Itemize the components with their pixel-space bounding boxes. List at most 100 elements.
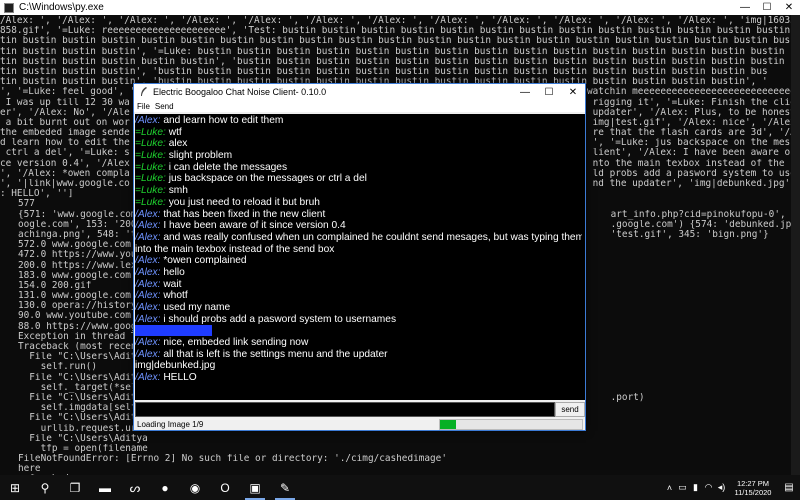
- task-view-icon[interactable]: ❐: [60, 475, 90, 500]
- message-text: whotf: [160, 290, 188, 302]
- chat-message: /Alex: hello: [135, 267, 585, 279]
- chat-message: /Alex: i should probs add a pasword syst…: [135, 314, 585, 326]
- message-text: that has been fixed in the new client: [160, 208, 326, 220]
- chat-message: /Alex: used my name: [135, 302, 585, 314]
- volume-icon[interactable]: ◂): [715, 482, 728, 493]
- message-text: you just need to reload it but bruh: [165, 196, 320, 208]
- chat-log[interactable]: /Alex: and learn how to edit them =Luke: …: [135, 114, 585, 400]
- status-text: Loading Image 1/9: [137, 419, 204, 429]
- chat-message: img|debunked.jpg: [135, 360, 585, 372]
- chat-message: into the main texbox instead of the send…: [135, 244, 585, 256]
- progress-fill: [440, 419, 456, 429]
- app-maximize-button[interactable]: ☐: [537, 87, 561, 98]
- message-author: =Luke:: [135, 138, 166, 150]
- chat-message: www.google.com: [135, 325, 585, 337]
- message-author: =Luke:: [135, 185, 166, 197]
- app-minimize-button[interactable]: —: [513, 87, 537, 98]
- search-icon[interactable]: ⚲: [30, 475, 60, 500]
- console-line: FileNotFoundError: [Errno 2] No such fil…: [18, 454, 447, 465]
- file-explorer-icon[interactable]: ▬: [90, 475, 120, 500]
- feather-icon: [141, 87, 147, 96]
- chat-message: =Luke: i can delete the messages: [135, 162, 585, 174]
- message-author: =Luke:: [135, 150, 166, 162]
- message-author: /Alex:: [135, 255, 161, 267]
- menu-send[interactable]: Send: [155, 102, 179, 111]
- chat-message: /Alex: HELLO: [135, 372, 585, 384]
- app-titlebar[interactable]: Electric Boogaloo Chat Noise Client- 0.1…: [134, 84, 585, 100]
- message-text: I have been aware of it since version 0.…: [160, 220, 346, 232]
- message-author: /Alex:: [135, 266, 161, 278]
- windows-start-icon[interactable]: ⊞: [0, 475, 30, 500]
- message-text: HELLO: [160, 372, 197, 384]
- message-author: /Alex:: [135, 290, 161, 302]
- message-text: smh: [165, 185, 188, 197]
- taskbar-icons: ⊞ ⚲ ❐ ▬ ᔕ ● ◉ O ▣ ✎: [0, 475, 300, 500]
- message-text: and learn how to edit them: [160, 115, 284, 126]
- embedded-link[interactable]: www.google.com: [135, 325, 213, 337]
- chat-message: =Luke: jus backspace on the messages or …: [135, 173, 585, 185]
- console-minimize-button[interactable]: —: [734, 2, 756, 13]
- chat-message: =Luke: slight problem: [135, 150, 585, 162]
- chat-message: =Luke: smh: [135, 185, 585, 197]
- message-author: /Alex:: [135, 115, 161, 126]
- message-author: =Luke:: [135, 161, 166, 173]
- console-line: tin bustin bustin bustin', '=Luke: busti…: [0, 46, 785, 57]
- chrome-icon[interactable]: ◉: [180, 475, 210, 500]
- network-icon[interactable]: ▭: [676, 482, 689, 493]
- chevron-up-icon[interactable]: ˄: [663, 483, 676, 493]
- message-author: /Alex:: [135, 220, 161, 232]
- message-author: /Alex:: [135, 278, 161, 290]
- app-title: Electric Boogaloo Chat Noise Client- 0.1…: [153, 87, 327, 97]
- console-maximize-button[interactable]: ☐: [756, 2, 778, 13]
- message-author: /Alex:: [135, 231, 161, 243]
- battery-icon[interactable]: ▮: [689, 482, 702, 493]
- message-author: /Alex:: [135, 208, 161, 220]
- console-icon: [4, 2, 14, 13]
- message-text: i can delete the messages: [165, 161, 288, 173]
- chat-message: /Alex: all that is left is the settings …: [135, 349, 585, 361]
- python-icon[interactable]: ✎: [270, 475, 300, 500]
- console-line: tin bustin bustin bustin bustin bustin b…: [0, 36, 791, 47]
- message-input[interactable]: [135, 402, 555, 417]
- app-close-button[interactable]: ✕: [561, 87, 585, 98]
- chat-message: /Alex: I have been aware of it since ver…: [135, 220, 585, 232]
- status-row: Loading Image 1/9: [135, 418, 585, 430]
- message-text: hello: [160, 266, 185, 278]
- message-author: /Alex:: [135, 302, 161, 313]
- menu-file[interactable]: File: [137, 102, 155, 111]
- console-line: /Alex: ', '/Alex: ', '/Alex: ', '/Alex: …: [0, 16, 800, 26]
- console-scrollbar[interactable]: [791, 15, 800, 475]
- console-titlebar[interactable]: C:\Windows\py.exe — ☐ ✕: [0, 0, 800, 15]
- message-author: /Alex:: [135, 313, 161, 325]
- console-line: File "C:\Users\Aditya: [18, 433, 148, 444]
- opera-icon[interactable]: O: [210, 475, 240, 500]
- message-text: alex: [165, 138, 188, 150]
- message-text: used my name: [160, 302, 231, 313]
- chat-message: /Alex: *owen complained: [135, 255, 585, 267]
- chat-client-window: Electric Boogaloo Chat Noise Client- 0.1…: [133, 83, 586, 431]
- chat-message: =Luke: you just need to reload it but br…: [135, 197, 585, 209]
- notification-icon[interactable]: ▤: [778, 482, 800, 493]
- send-button[interactable]: send: [555, 402, 585, 417]
- console-title: C:\Windows\py.exe: [19, 2, 104, 13]
- taskbar: ⊞ ⚲ ❐ ▬ ᔕ ● ◉ O ▣ ✎ ˄ ▭ ▮ ◠ ◂) 12:27 PM 11/15/202…: [0, 475, 800, 500]
- chat-message: =Luke: wtf: [135, 127, 585, 139]
- chat-message: /Alex: whotf: [135, 290, 585, 302]
- chat-message: /Alex: wait: [135, 279, 585, 291]
- console-line: 858.gif', '=Luke: reeeeeeeeeeeeeeeeeeeee…: [0, 26, 800, 37]
- clock-time: 12:27 PM: [736, 478, 770, 488]
- console-app-icon[interactable]: ▣: [240, 475, 270, 500]
- chat-message: =Luke: alex: [135, 138, 585, 150]
- console-line: tin bustin bustin bustin bustin bustin',…: [0, 56, 800, 67]
- clock[interactable]: 12:27 PM 11/15/2020: [728, 479, 778, 497]
- message-text: jus backspace on the messages or ctrl a …: [165, 173, 367, 185]
- firefox-icon[interactable]: ●: [150, 475, 180, 500]
- wifi-icon[interactable]: ◠: [702, 482, 715, 493]
- message-author: =Luke:: [135, 126, 166, 138]
- message-text: wtf: [165, 126, 182, 138]
- app-s-icon[interactable]: ᔕ: [120, 475, 150, 500]
- app-menubar: File Send: [134, 100, 585, 112]
- chat-scrollbar[interactable]: [582, 114, 585, 400]
- console-close-button[interactable]: ✕: [778, 2, 800, 13]
- chat-message: /Alex: and learn how to edit them: [135, 115, 585, 127]
